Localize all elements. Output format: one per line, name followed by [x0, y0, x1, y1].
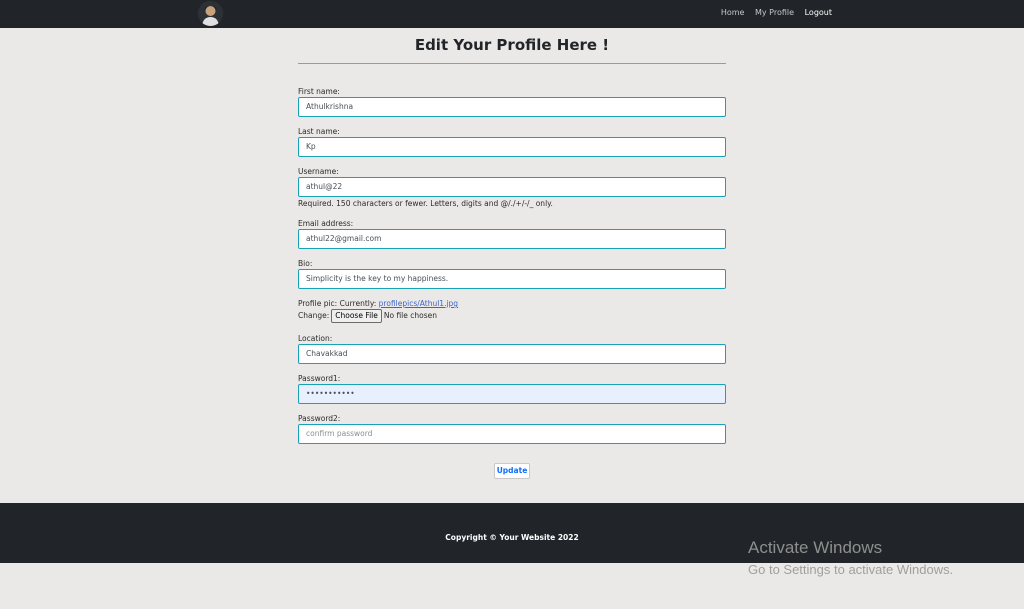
last-name-input[interactable]: Kp — [298, 137, 726, 157]
location-input[interactable]: Chavakkad — [298, 344, 726, 364]
title-divider — [298, 63, 726, 64]
password1-label: Password1: — [298, 374, 341, 383]
page-title: Edit Your Profile Here ! — [414, 36, 610, 54]
nav-my-profile-link[interactable]: My Profile — [755, 8, 794, 17]
nav-logout-link[interactable]: Logout — [805, 8, 832, 17]
last-name-label: Last name: — [298, 127, 340, 136]
username-help-text: Required. 150 characters or fewer. Lette… — [298, 199, 553, 208]
avatar[interactable] — [198, 1, 223, 26]
username-label: Username: — [298, 167, 339, 176]
activate-windows-subtitle: Go to Settings to activate Windows. — [748, 562, 954, 577]
first-name-label: First name: — [298, 87, 340, 96]
profile-pic-label: Profile pic: — [298, 299, 338, 308]
bio-input[interactable]: Simplicity is the key to my happiness. — [298, 269, 726, 289]
first-name-input[interactable]: Athulkrishna — [298, 97, 726, 117]
username-input[interactable]: athul@22 — [298, 177, 726, 197]
currently-label: Currently: — [339, 299, 377, 308]
password1-input[interactable]: ••••••••••• — [298, 384, 726, 404]
bio-label: Bio: — [298, 259, 313, 268]
password2-input[interactable]: confirm password — [298, 424, 726, 444]
profile-pic-row: Profile pic: Currently: profilepics/Athu… — [298, 299, 458, 308]
email-label: Email address: — [298, 219, 354, 228]
nav-home-link[interactable]: Home — [721, 8, 745, 17]
location-label: Location: — [298, 334, 333, 343]
update-button[interactable]: Update — [494, 463, 530, 479]
password2-label: Password2: — [298, 414, 341, 423]
activate-windows-title: Activate Windows — [748, 538, 883, 557]
email-input[interactable]: athul22@gmail.com — [298, 229, 726, 249]
current-profile-pic-link[interactable]: profilepics/Athul1.jpg — [379, 299, 458, 308]
change-label: Change: — [298, 311, 330, 320]
avatar-image-icon — [198, 1, 223, 26]
top-navbar: Home My Profile Logout — [0, 0, 1024, 28]
nav-links: Home My Profile Logout — [713, 8, 832, 17]
choose-file-button[interactable]: Choose File — [331, 309, 382, 323]
profile-pic-change-row: Change: Choose File No file chosen — [298, 309, 437, 323]
no-file-chosen-text: No file chosen — [383, 311, 438, 320]
